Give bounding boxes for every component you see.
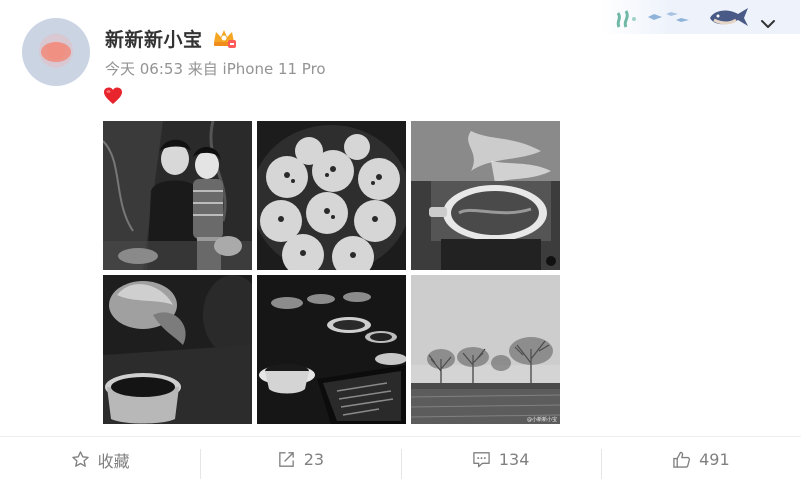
photo-buns[interactable] <box>257 121 406 270</box>
author-name[interactable]: 新新新小宝 <box>105 25 203 52</box>
post-meta: 今天 06:53 来自 iPhone 11 Pro <box>105 58 326 79</box>
repost-count: 23 <box>303 450 325 469</box>
photo-trees-field[interactable]: @小新新小宝 <box>411 275 560 424</box>
fish-school-icon <box>648 12 689 22</box>
heart-emoji-icon <box>104 87 122 104</box>
repost-button[interactable]: 23 <box>200 437 400 482</box>
photo-hotpot[interactable] <box>411 121 560 270</box>
post-source: 来自 iPhone 11 Pro <box>187 60 326 78</box>
photo-tea-table[interactable] <box>103 275 252 424</box>
photo-grid: @小新新小宝 <box>103 121 560 424</box>
thumbs-up-icon <box>673 451 691 468</box>
share-icon <box>278 452 294 467</box>
seaweed-icon <box>616 10 636 28</box>
action-bar: 收藏 23 134 491 <box>0 436 801 482</box>
comment-button[interactable]: 134 <box>400 437 601 482</box>
avatar[interactable] <box>22 18 90 86</box>
whale-icon <box>710 8 748 26</box>
chevron-down-icon[interactable] <box>758 14 778 34</box>
like-count: 491 <box>699 450 730 469</box>
comment-count: 134 <box>498 450 530 469</box>
photo-teacups-laptop[interactable] <box>257 275 406 424</box>
like-button[interactable]: 491 <box>600 437 801 482</box>
photo-couple[interactable] <box>103 121 252 270</box>
favorite-button[interactable]: 收藏 <box>0 437 200 482</box>
post-time[interactable]: 今天 06:53 <box>105 60 183 78</box>
favorite-label: 收藏 <box>97 451 130 471</box>
comment-icon <box>473 452 490 468</box>
author-row: 新新新小宝 <box>105 24 237 52</box>
weibo-post-card: 新新新小宝 今天 06:53 来自 iPhone 11 Pro @小新新小宝 收… <box>0 0 801 482</box>
photo-watermark: @小新新小宝 <box>527 416 557 423</box>
vip-crown-icon[interactable] <box>211 27 237 49</box>
star-icon <box>71 451 89 467</box>
